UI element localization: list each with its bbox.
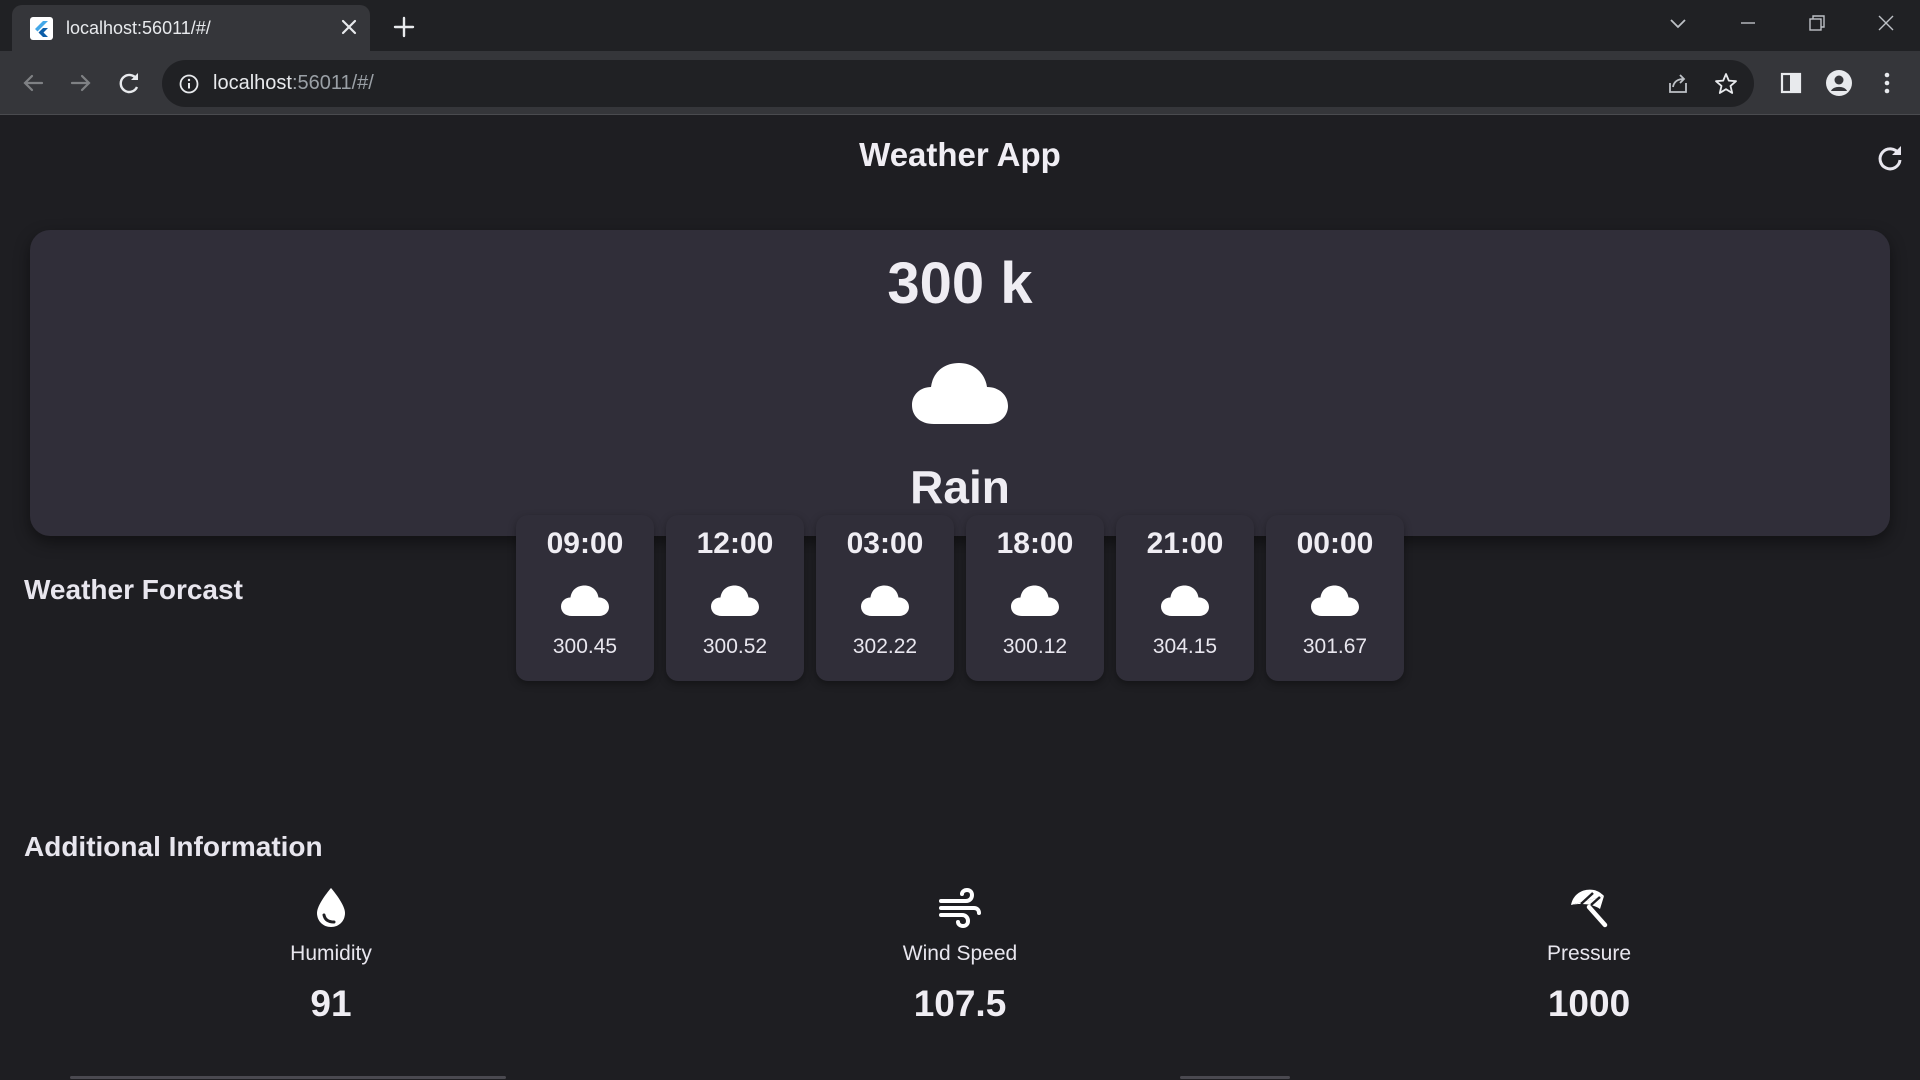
address-bar[interactable]: localhost:56011/#/ bbox=[162, 60, 1754, 107]
pressure-info: Pressure 1000 bbox=[1439, 885, 1739, 1045]
horizontal-scrollbar[interactable] bbox=[0, 1076, 1920, 1080]
humidity-info: Humidity 91 bbox=[181, 885, 481, 1045]
current-temperature: 300 k bbox=[887, 251, 1033, 316]
forecast-list: 09:00 300.45 12:00 300.52 03:00 302.22 1… bbox=[516, 515, 1404, 681]
cloud-icon bbox=[1310, 583, 1360, 622]
cloud-icon bbox=[860, 583, 910, 622]
forecast-temperature: 304.15 bbox=[1152, 635, 1218, 658]
new-tab-icon[interactable] bbox=[390, 13, 418, 41]
app-title: Weather App bbox=[859, 136, 1061, 173]
forecast-card: 00:00 301.67 bbox=[1266, 515, 1404, 681]
forecast-time: 09:00 bbox=[546, 527, 624, 560]
wind-speed-value: 107.5 bbox=[913, 983, 1007, 1024]
cloud-icon bbox=[1160, 583, 1210, 622]
forecast-card: 12:00 300.52 bbox=[666, 515, 804, 681]
cloud-icon bbox=[560, 583, 610, 622]
cloud-icon bbox=[710, 583, 760, 622]
browser-tab[interactable]: localhost:56011/#/ bbox=[12, 5, 370, 51]
forecast-time: 12:00 bbox=[696, 527, 774, 560]
humidity-value: 91 bbox=[310, 983, 352, 1024]
cloud-icon bbox=[1010, 583, 1060, 622]
scrollbar-thumb[interactable] bbox=[70, 1076, 506, 1079]
side-panel-icon[interactable] bbox=[1776, 68, 1806, 98]
refresh-icon[interactable] bbox=[1874, 142, 1906, 174]
tab-search-chevron-icon[interactable] bbox=[1663, 11, 1693, 35]
back-icon[interactable] bbox=[18, 68, 48, 98]
browser-tab-bar: localhost:56011/#/ bbox=[0, 0, 1920, 51]
url-text: localhost:56011/#/ bbox=[213, 72, 374, 94]
forecast-card: 18:00 300.12 bbox=[966, 515, 1104, 681]
forecast-section-title: Weather Forcast bbox=[24, 574, 243, 605]
forecast-time: 00:00 bbox=[1296, 527, 1374, 560]
reload-icon[interactable] bbox=[114, 68, 144, 98]
bookmark-star-icon[interactable] bbox=[1713, 71, 1739, 97]
wind-icon bbox=[938, 885, 982, 929]
forecast-card: 03:00 302.22 bbox=[816, 515, 954, 681]
wind-speed-info: Wind Speed 107.5 bbox=[810, 885, 1110, 1045]
current-condition: Rain bbox=[910, 461, 1010, 513]
weather-app: Weather App 300 k Rain Weather Forcast 0… bbox=[0, 116, 1920, 1080]
scrollbar-thumb[interactable] bbox=[1180, 1076, 1290, 1079]
pressure-value: 1000 bbox=[1547, 983, 1631, 1024]
additional-info-section-title: Additional Information bbox=[24, 831, 323, 862]
close-tab-icon[interactable] bbox=[337, 15, 361, 39]
umbrella-icon bbox=[1567, 885, 1611, 929]
tab-title: localhost:56011/#/ bbox=[66, 18, 211, 38]
wind-speed-label: Wind Speed bbox=[902, 942, 1018, 965]
humidity-label: Humidity bbox=[290, 942, 372, 965]
forecast-temperature: 300.45 bbox=[552, 635, 618, 658]
forecast-time: 21:00 bbox=[1146, 527, 1224, 560]
forward-icon[interactable] bbox=[66, 68, 96, 98]
flutter-favicon-icon bbox=[30, 17, 53, 40]
pressure-label: Pressure bbox=[1546, 942, 1632, 965]
browser-toolbar: localhost:56011/#/ bbox=[0, 51, 1920, 115]
water-drop-icon bbox=[309, 885, 353, 929]
forecast-time: 03:00 bbox=[846, 527, 924, 560]
forecast-card: 21:00 304.15 bbox=[1116, 515, 1254, 681]
forecast-card: 09:00 300.45 bbox=[516, 515, 654, 681]
cloud-icon bbox=[910, 358, 1010, 431]
forecast-temperature: 300.52 bbox=[702, 635, 768, 658]
browser-menu-icon[interactable] bbox=[1872, 68, 1902, 98]
share-icon[interactable] bbox=[1665, 71, 1691, 97]
forecast-temperature: 302.22 bbox=[852, 635, 918, 658]
close-window-icon[interactable] bbox=[1871, 11, 1901, 35]
forecast-temperature: 301.67 bbox=[1302, 635, 1368, 658]
restore-icon[interactable] bbox=[1801, 11, 1831, 35]
site-info-icon[interactable] bbox=[178, 73, 200, 100]
minimize-icon[interactable] bbox=[1733, 11, 1763, 35]
forecast-temperature: 300.12 bbox=[1002, 635, 1068, 658]
profile-avatar-icon[interactable] bbox=[1824, 68, 1854, 98]
forecast-time: 18:00 bbox=[996, 527, 1074, 560]
current-weather-card: 300 k Rain bbox=[30, 230, 1890, 536]
